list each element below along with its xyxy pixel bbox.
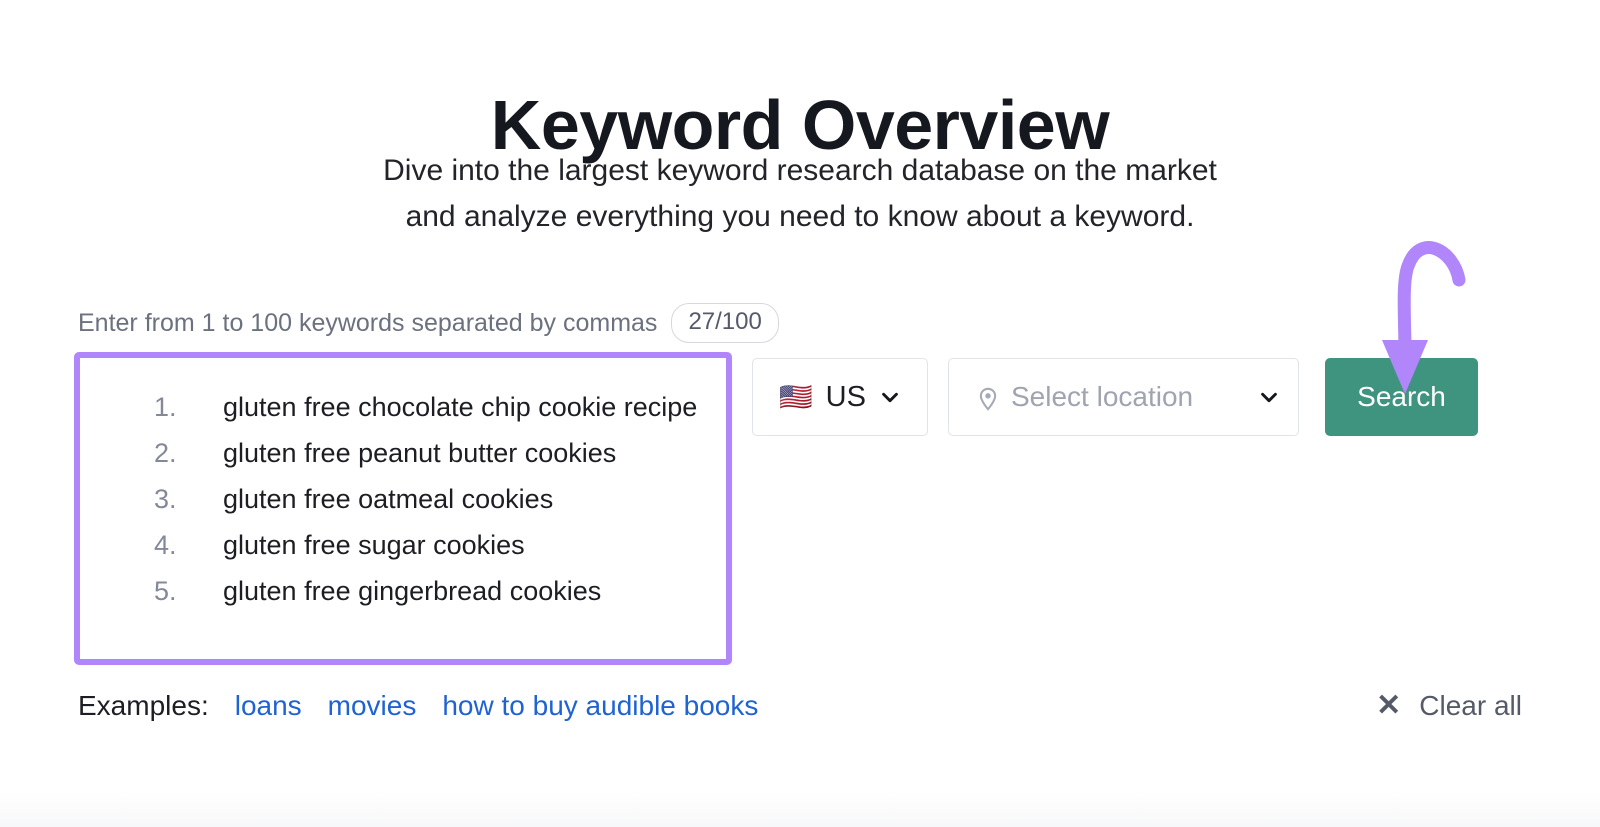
subtitle-line-1: Dive into the largest keyword research d… [383, 154, 1217, 187]
search-button[interactable]: Search [1325, 358, 1478, 436]
keyword-field-label-row: Enter from 1 to 100 keywords separated b… [78, 303, 779, 343]
page-subtitle: Dive into the largest keyword research d… [0, 148, 1600, 240]
section-divider-band [0, 791, 1600, 827]
example-link-audible-books[interactable]: how to buy audible books [442, 690, 758, 722]
examples-group: Examples: loans movies how to buy audibl… [78, 690, 758, 722]
country-select-value: US [825, 380, 866, 413]
keyword-list[interactable]: gluten free chocolate chip cookie recipe… [80, 358, 726, 614]
close-x-icon: ✕ [1376, 689, 1402, 722]
keyword-input-box[interactable]: gluten free chocolate chip cookie recipe… [74, 352, 732, 665]
location-select-placeholder: Select location [1011, 381, 1194, 412]
examples-and-actions-row: Examples: loans movies how to buy audibl… [78, 690, 1522, 722]
examples-label: Examples: [78, 690, 209, 721]
chevron-down-icon [1258, 386, 1280, 408]
us-flag-icon: 🇺🇸 [779, 381, 813, 412]
example-link-movies[interactable]: movies [328, 690, 417, 722]
list-item[interactable]: gluten free chocolate chip cookie recipe [154, 384, 710, 430]
list-item[interactable]: gluten free sugar cookies [154, 522, 710, 568]
subtitle-line-2: and analyze everything you need to know … [405, 200, 1195, 233]
keyword-overview-page: Keyword Overview Dive into the largest k… [0, 0, 1600, 827]
clear-all-label: Clear all [1419, 690, 1522, 721]
clear-all-button[interactable]: ✕ Clear all [1376, 690, 1522, 722]
map-pin-icon [975, 386, 997, 411]
keyword-count-badge: 27/100 [671, 303, 779, 343]
location-select[interactable]: Select location [948, 358, 1299, 436]
example-link-loans[interactable]: loans [235, 690, 302, 722]
chevron-down-icon [879, 386, 901, 408]
list-item[interactable]: gluten free oatmeal cookies [154, 476, 710, 522]
keyword-field-label: Enter from 1 to 100 keywords separated b… [78, 309, 658, 337]
list-item[interactable]: gluten free peanut butter cookies [154, 430, 710, 476]
list-item[interactable]: gluten free gingerbread cookies [154, 568, 710, 614]
country-select[interactable]: 🇺🇸 US [752, 358, 928, 436]
